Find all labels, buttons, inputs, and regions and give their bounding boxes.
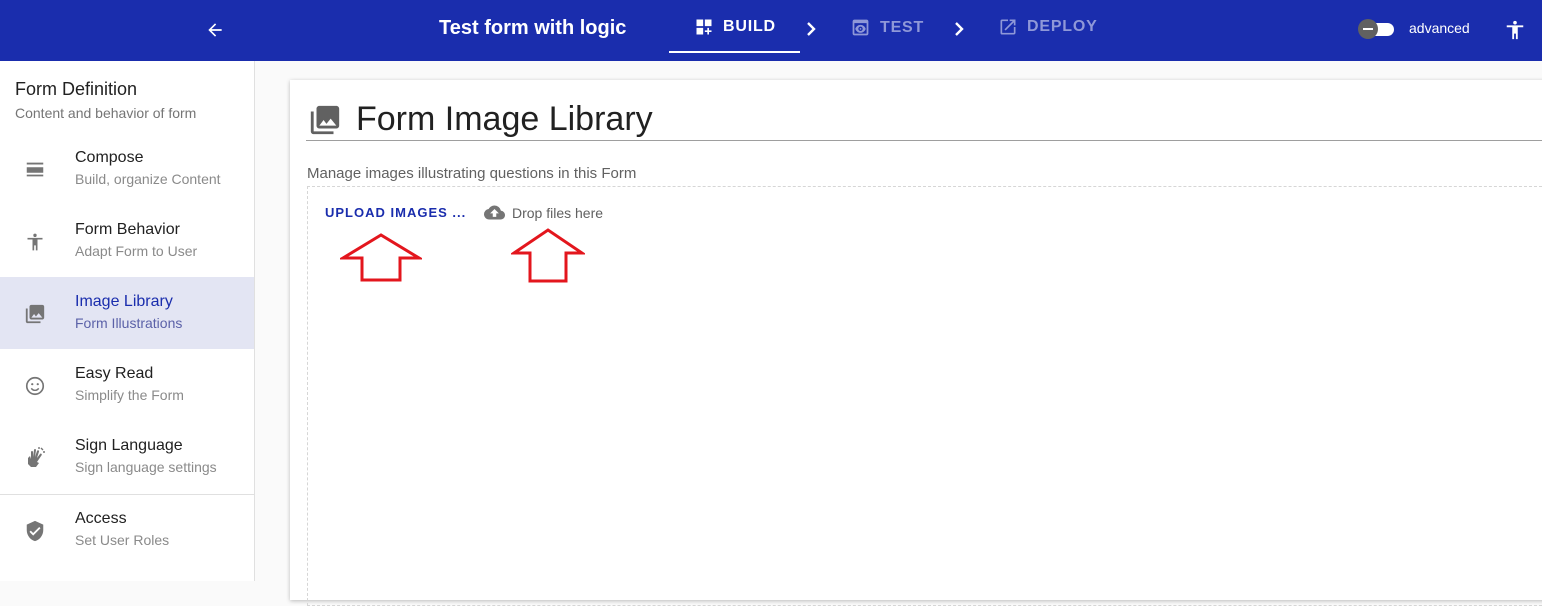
sign-language-icon [22, 445, 48, 471]
dashboard-customize-icon [696, 19, 712, 35]
preview-eye-icon [852, 19, 869, 36]
sidebar-item-easy-read[interactable]: Easy Read Simplify the Form [0, 349, 254, 421]
step-deploy-label: DEPLOY [1027, 18, 1098, 35]
photo-library-icon [310, 105, 340, 134]
annotation-arrow-up-icon [511, 228, 585, 283]
shield-check-icon [22, 518, 48, 544]
sidebar-item-sublabel: Sign language settings [75, 459, 217, 475]
active-step-indicator [669, 51, 800, 53]
photo-library-icon [22, 301, 48, 327]
sidebar-item-form-behavior[interactable]: Form Behavior Adapt Form to User [0, 205, 254, 277]
step-test-label: TEST [880, 18, 925, 36]
sidebar-item-compose[interactable]: Compose Build, organize Content [0, 133, 254, 205]
sidebar-item-label: Image Library [75, 293, 173, 310]
sidebar-item-label: Sign Language [75, 437, 183, 454]
chevron-right-icon [955, 22, 964, 36]
sidebar: Form Definition Content and behavior of … [0, 61, 255, 581]
top-app-bar: Test form with logic BUILD TEST DEPLOY a… [0, 0, 1542, 61]
open-in-new-icon [1000, 19, 1016, 35]
sidebar-header: Form Definition Content and behavior of … [15, 79, 196, 121]
sidebar-subtitle: Content and behavior of form [15, 105, 197, 121]
arrow-left-icon [208, 23, 222, 37]
main-card: Form Image Library Manage images illustr… [290, 80, 1542, 606]
sidebar-item-sublabel: Adapt Form to User [75, 243, 198, 259]
form-title: Test form with logic [439, 17, 627, 39]
sidebar-item-sign-language[interactable]: Sign Language Sign language settings [0, 421, 254, 493]
advanced-toggle[interactable] [1358, 19, 1396, 39]
accessibility-icon [22, 229, 48, 255]
sidebar-item-label: Form Behavior [75, 221, 180, 238]
drop-files-area[interactable]: Drop files here [484, 202, 603, 223]
sidebar-item-access[interactable]: Access Set User Roles [0, 494, 254, 566]
step-deploy[interactable]: DEPLOY [998, 17, 1098, 37]
sidebar-item-label: Easy Read [75, 365, 154, 382]
sidebar-title: Form Definition [15, 79, 138, 99]
title-divider [306, 140, 1542, 141]
step-build-label: BUILD [723, 18, 776, 35]
smiley-icon [22, 373, 48, 399]
sidebar-item-label: Compose [75, 149, 144, 166]
page-title: Form Image Library [356, 100, 653, 138]
upload-images-button[interactable]: UPLOAD IMAGES ... [325, 205, 466, 220]
step-build[interactable]: BUILD [694, 17, 776, 37]
advanced-label: advanced [1409, 20, 1470, 36]
sidebar-item-sublabel: Set User Roles [75, 532, 170, 548]
sidebar-item-sublabel: Form Illustrations [75, 315, 183, 331]
accessibility-icon [1506, 20, 1524, 40]
annotation-arrow-up-icon [340, 233, 422, 282]
accessibility-button[interactable] [1502, 16, 1528, 44]
sidebar-item-sublabel: Simplify the Form [75, 387, 184, 403]
sidebar-item-image-library[interactable]: Image Library Form Illustrations [0, 277, 254, 349]
step-test[interactable]: TEST [850, 17, 924, 38]
back-button[interactable] [200, 16, 230, 44]
cloud-upload-icon [484, 205, 505, 220]
toggle-thumb [1358, 19, 1378, 39]
drop-files-label: Drop files here [512, 204, 604, 221]
sidebar-item-sublabel: Build, organize Content [75, 171, 221, 187]
image-dropzone[interactable]: UPLOAD IMAGES ... Drop files here [307, 186, 1542, 606]
page-description: Manage images illustrating questions in … [307, 165, 637, 182]
chevron-right-icon [807, 22, 816, 36]
view-agenda-icon [22, 157, 48, 183]
page-header: Form Image Library [308, 100, 653, 139]
sidebar-item-label: Access [75, 510, 127, 527]
